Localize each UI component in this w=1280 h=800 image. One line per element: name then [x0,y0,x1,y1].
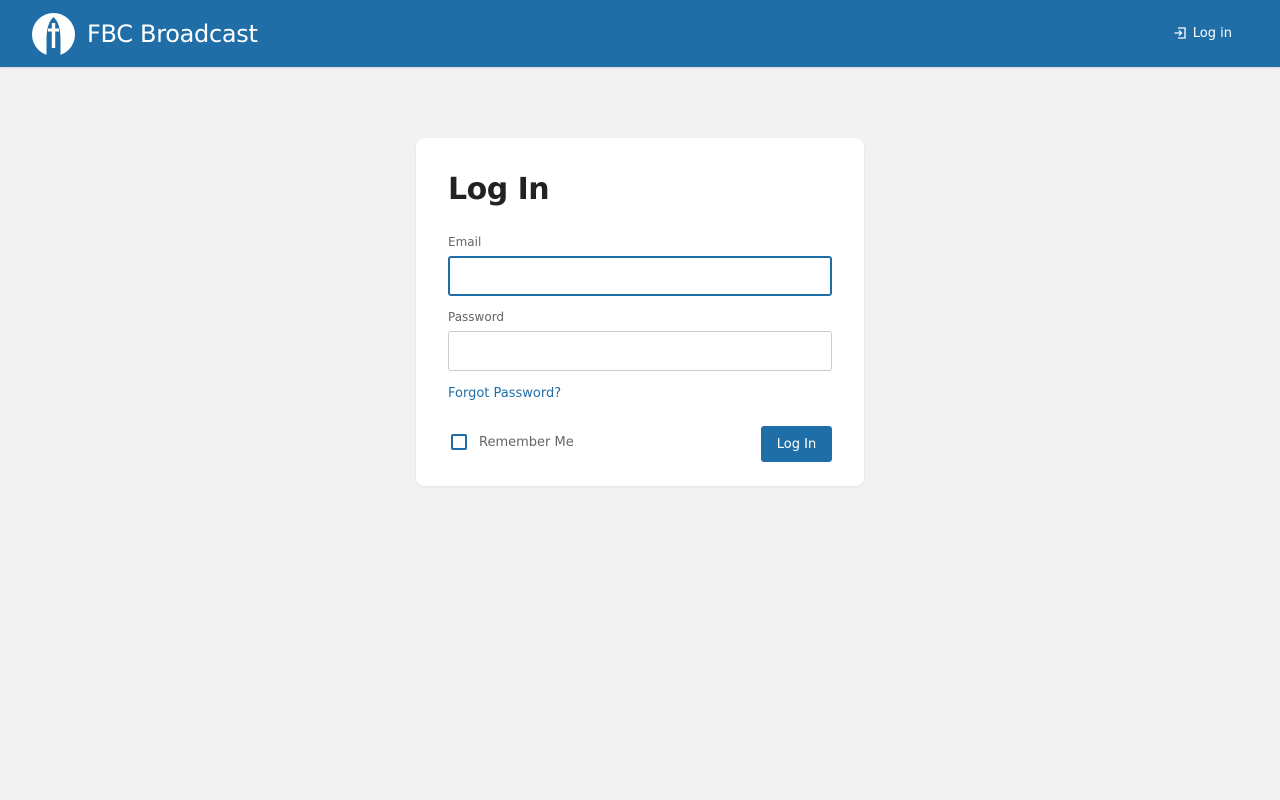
remember-me-label: Remember Me [479,434,574,450]
password-label: Password [448,310,505,324]
nav-login-label: Log in [1192,25,1232,41]
password-input[interactable] [448,331,832,371]
forgot-password-link[interactable]: Forgot Password? [448,386,561,401]
login-submit-button[interactable]: Log In [761,426,832,462]
church-cross-logo-icon [32,12,75,56]
email-label: Email [448,235,482,249]
remember-me-checkbox[interactable] [451,434,467,450]
brand-name: FBC Broadcast [87,20,258,48]
top-navbar: FBC Broadcast Log in [0,0,1280,67]
login-card: Log In Email Password Forgot Password? R… [416,138,864,486]
nav-login-link[interactable]: Log in [1173,22,1232,44]
login-title: Log In [448,172,550,207]
sign-in-icon [1174,27,1186,39]
brand-home-link[interactable]: FBC Broadcast [32,12,258,56]
remember-me-control[interactable]: Remember Me [451,434,574,450]
email-input[interactable] [448,256,832,296]
